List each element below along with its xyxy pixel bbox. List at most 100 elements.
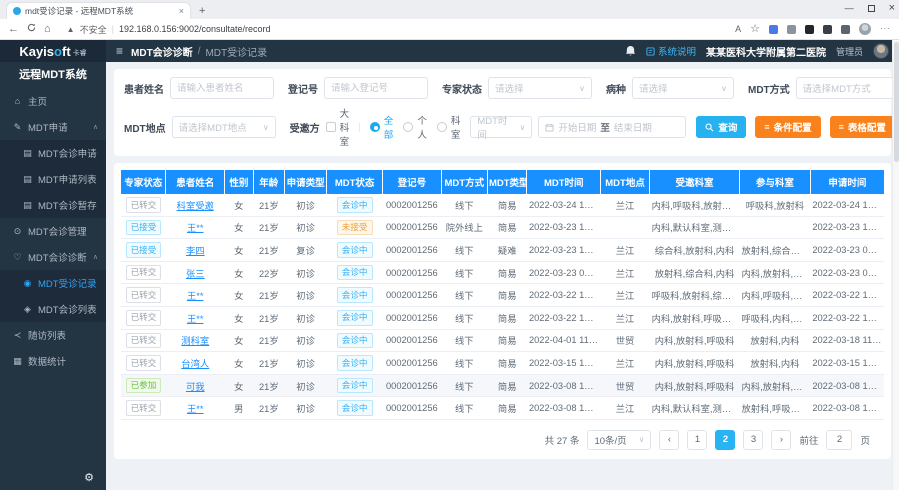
browser-profile-avatar[interactable] (859, 23, 871, 35)
sidebar-item-mdt-consult-list[interactable]: ◈MDT会诊列表 (0, 296, 106, 322)
extension-icon[interactable] (841, 25, 850, 34)
sidebar-item-home[interactable]: ⌂主页 (0, 88, 106, 114)
sidebar-item-mdt-diagnosis[interactable]: ♡MDT会诊诊断∧ (0, 244, 106, 270)
new-tab-button[interactable]: + (199, 5, 205, 17)
read-aloud-icon[interactable]: A (735, 25, 741, 34)
table-row[interactable]: 已转交张三女22岁初诊会诊中0002001256线下简易2022-03-23 0… (121, 261, 884, 284)
invitee-radio-个人[interactable]: 个人 (403, 113, 427, 141)
table-row[interactable]: 已接受李四女21岁复诊会诊中0002001256线下疑难2022-03-23 1… (121, 239, 884, 262)
sidebar-item-follow-up-list[interactable]: ≺随访列表 (0, 322, 106, 348)
sidebar-item-statistics[interactable]: ▦数据统计 (0, 348, 106, 374)
home-icon[interactable]: ⌂ (44, 24, 51, 35)
notification-bell-icon[interactable] (625, 45, 636, 57)
patient-name-link[interactable]: 可我 (186, 382, 205, 392)
user-avatar[interactable] (873, 43, 889, 59)
logo-suffix: 卡睿 (73, 48, 87, 58)
table-row[interactable]: 已转交王**女21岁初诊会诊中0002001256线下简易2022-03-22 … (121, 284, 884, 307)
mdt-mode-cell: 院外线上 (441, 216, 487, 239)
sidebar-item-label: MDT会诊诊断 (28, 250, 87, 264)
table-config-button[interactable]: ≡ 表格配置 (830, 116, 895, 138)
next-page-button[interactable]: › (771, 430, 791, 450)
join-depts-cell: 内科,呼吸科,放射科,综合科 (739, 284, 810, 307)
sidebar-item-mdt-manage[interactable]: ⊙MDT会诊管理 (0, 218, 106, 244)
register-no-input[interactable] (331, 83, 421, 94)
patient-name-cell: 王** (166, 306, 225, 329)
mdt-mode-select[interactable]: 请选择MDT方式 ∨ (796, 77, 899, 99)
expert-status-cell: 已转交 (121, 306, 166, 329)
scrollbar-thumb[interactable] (894, 42, 899, 162)
browser-tab[interactable]: mdt受诊记录 - 远程MDT系统 × (6, 2, 191, 19)
refresh-icon[interactable] (27, 23, 36, 35)
breadcrumb: MDT会诊诊断 / MDT受诊记录 (131, 44, 267, 59)
extension-icon[interactable] (823, 25, 832, 34)
patient-name-link[interactable]: 台湾人 (181, 359, 209, 369)
invitee-radio-全部[interactable]: 全部 (370, 113, 394, 141)
apply-time-cell: 2022-03-22 16:31:36 (810, 284, 884, 307)
breadcrumb-section[interactable]: MDT会诊诊断 (131, 44, 193, 59)
mdt-time-label: MDT时间 (477, 113, 515, 141)
mdt-place-cell: 兰江 (601, 194, 650, 216)
sidebar-item-mdt-consult-apply[interactable]: ▤MDT会诊申请 (0, 140, 106, 166)
sidebar-item-label: MDT会诊暂存 (38, 198, 97, 212)
invitee-radio-科室[interactable]: 科室 (437, 113, 461, 141)
prev-page-button[interactable]: ‹ (659, 430, 679, 450)
table-row[interactable]: 已参加可我女21岁初诊会诊中0002001256线下简易2022-03-08 1… (121, 374, 884, 397)
app-header: Kayisoft 卡睿 ≡ MDT会诊诊断 / MDT受诊记录 系统说明 某某医… (0, 40, 899, 62)
favorite-star-icon[interactable]: ☆ (750, 24, 760, 35)
big-dept-checkbox[interactable] (326, 122, 336, 132)
condition-config-button[interactable]: ≡ 条件配置 (755, 116, 820, 138)
mdt-place-select[interactable]: 请选择MDT地点 ∨ (172, 116, 276, 138)
search-button[interactable]: 查询 (696, 116, 746, 138)
start-date-placeholder: 开始日期 (558, 120, 596, 134)
extension-icon[interactable] (805, 25, 814, 34)
close-window-button[interactable]: × (889, 2, 895, 14)
table-row[interactable]: 已转交台湾人女21岁初诊会诊中0002001256线下简易2022-03-15 … (121, 352, 884, 375)
sidebar-item-mdt-apply-list[interactable]: ▤MDT申请列表 (0, 166, 106, 192)
mdt-time-select[interactable]: MDT时间 ∨ (470, 116, 532, 138)
patient-name-link[interactable]: 测科室 (181, 336, 209, 346)
maximize-button[interactable] (868, 5, 875, 12)
goto-label: 前往 (799, 433, 818, 447)
browser-scrollbar[interactable] (892, 40, 899, 490)
settings-gear-icon[interactable]: ⚙ (84, 471, 94, 484)
page-button-2[interactable]: 2 (715, 430, 735, 450)
url-field[interactable]: ▲ 不安全 | 192.168.0.156:9002/consultate/re… (59, 22, 727, 37)
page-button-3[interactable]: 3 (743, 430, 763, 450)
tab-close-icon[interactable]: × (179, 6, 184, 16)
table-row[interactable]: 已转交科室受邀女21岁初诊会诊中0002001256线下简易2022-03-24… (121, 194, 884, 216)
disease-select[interactable]: 请选择 ∨ (632, 77, 734, 99)
table-row[interactable]: 已转交王**男21岁初诊会诊中0002001256线下简易2022-03-08 … (121, 397, 884, 420)
patient-name-input[interactable] (177, 83, 267, 94)
patient-name-link[interactable]: 李四 (186, 246, 205, 256)
patient-name-link[interactable]: 王** (187, 314, 204, 324)
filter-row-1: 患者姓名 登记号 专家状态 请选择 ∨ 病种 请选 (124, 77, 881, 99)
page-button-1[interactable]: 1 (687, 430, 707, 450)
collapse-menu-icon[interactable]: ≡ (116, 44, 123, 58)
system-help-link[interactable]: 系统说明 (646, 44, 696, 58)
table-row[interactable]: 已转交王**女21岁初诊会诊中0002001256线下简易2022-03-22 … (121, 306, 884, 329)
goto-page-input[interactable] (826, 430, 852, 450)
radio-icon (370, 122, 380, 132)
extension-icon[interactable] (769, 25, 778, 34)
date-range-picker[interactable]: 开始日期 至 结束日期 (538, 116, 686, 138)
page-size-select[interactable]: 10条/页 ∨ (587, 430, 651, 450)
table-row[interactable]: 已接受王**女21岁初诊未接受0002001256院外线上简易2022-03-2… (121, 216, 884, 239)
status-badge: 会诊中 (337, 310, 373, 326)
patient-name-link[interactable]: 王** (187, 291, 204, 301)
apply-type-cell: 初诊 (284, 284, 326, 307)
patient-name-link[interactable]: 王** (187, 223, 204, 233)
back-icon[interactable]: ← (8, 24, 19, 35)
patient-name-link[interactable]: 科室受邀 (177, 201, 214, 211)
patient-name-link[interactable]: 张三 (186, 269, 205, 279)
more-menu-icon[interactable]: ··· (880, 25, 891, 33)
expert-status-select[interactable]: 请选择 ∨ (488, 77, 592, 99)
patient-name-link[interactable]: 王** (187, 404, 204, 414)
sidebar-item-mdt-record[interactable]: ◉MDT受诊记录 (0, 270, 106, 296)
table-row[interactable]: 已转交测科室女21岁初诊会诊中0002001256线下简易2022-04-01 … (121, 329, 884, 352)
expert-status-cell: 已转交 (121, 352, 166, 375)
chevron-down-icon: ∨ (263, 123, 269, 132)
sidebar-item-mdt-consult-draft[interactable]: ▤MDT会诊暂存 (0, 192, 106, 218)
sidebar-item-mdt-apply[interactable]: ✎MDT申请∧ (0, 114, 106, 140)
minimize-button[interactable]: — (845, 3, 854, 13)
extension-icon[interactable] (787, 25, 796, 34)
